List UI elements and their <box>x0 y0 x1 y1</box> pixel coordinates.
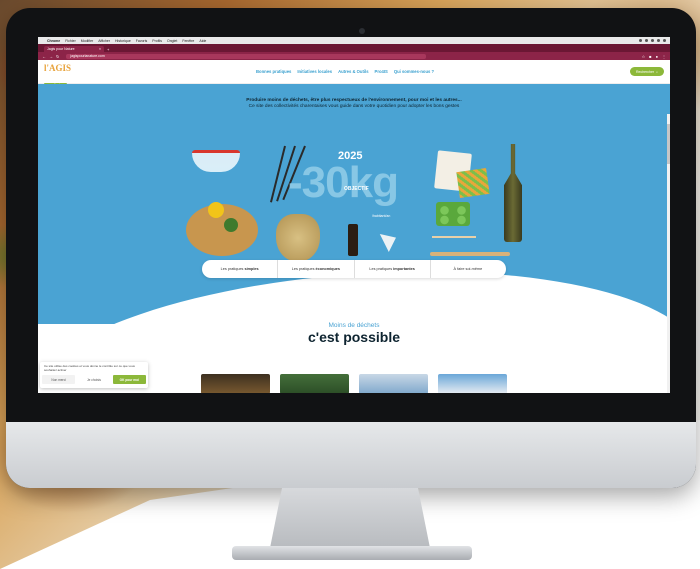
mac-menubar: Chrome Fichier Modifier Afficher Histori… <box>38 37 670 44</box>
status-icon[interactable] <box>639 39 642 42</box>
site-logo[interactable]: l'AGIS pour l'nature <box>44 62 74 87</box>
menu-item[interactable]: Aide <box>199 39 206 43</box>
headline-line-2: Ce site des collectivités charentaises v… <box>248 104 460 109</box>
zucchini-image <box>224 218 238 232</box>
cookie-decline-button[interactable]: Non merci <box>42 375 76 384</box>
main-nav: Bonnes pratiques Initiatives locales Aut… <box>256 69 434 74</box>
section-subtitle: Moins de déchets <box>328 322 380 329</box>
menu-app-name[interactable]: Chrome <box>47 39 60 43</box>
extension-icon[interactable]: ■ <box>649 54 651 59</box>
menu-item[interactable]: Onglet <box>167 39 177 43</box>
cookie-buttons: Non merci Je choisis OK pour moi <box>42 375 146 384</box>
logo-top: l'AGIS <box>44 62 72 73</box>
card-image[interactable] <box>280 374 349 393</box>
menu-item[interactable]: Fichier <box>65 39 76 43</box>
status-icon[interactable] <box>645 39 648 42</box>
back-icon[interactable]: ← <box>42 54 46 59</box>
site-header: l'AGIS pour l'nature Bonnes pratiques In… <box>38 60 670 87</box>
card-row <box>201 374 507 393</box>
practice-tab-important[interactable]: Les pratiques importantes <box>353 260 430 278</box>
wifi-icon[interactable] <box>657 39 660 42</box>
search-icon: ⌕ <box>656 69 659 74</box>
glass-bowl-image <box>192 150 240 172</box>
scrollbar-thumb[interactable] <box>667 124 670 164</box>
beeswax-wrap-image <box>456 168 490 198</box>
practice-tab-simple[interactable]: Les pratiques simples <box>202 260 277 278</box>
bottle-image <box>504 144 522 242</box>
nav-item[interactable]: Autres & Outils <box>338 69 368 74</box>
card-image[interactable] <box>359 374 428 393</box>
objective-label: OBJECTIF <box>344 186 369 192</box>
menu-item[interactable]: Historique <box>115 39 131 43</box>
card-image[interactable] <box>438 374 507 393</box>
menu-icon[interactable]: ⋮ <box>662 54 666 59</box>
pill-prefix: Les pratiques <box>291 267 315 271</box>
net-bag-image <box>276 214 320 262</box>
cookie-text: Ce site utilise des cookies et vous donn… <box>44 364 135 372</box>
card-image[interactable] <box>201 374 270 393</box>
search-icon[interactable] <box>663 39 666 42</box>
monitor-base <box>232 546 472 560</box>
new-tab-icon[interactable]: + <box>107 47 109 52</box>
nav-item[interactable]: Bonnes pratiques <box>256 69 291 74</box>
practice-tab-diy[interactable]: À faire soi-même <box>429 260 506 278</box>
menu-item[interactable]: Profils <box>152 39 162 43</box>
reload-icon[interactable]: ↻ <box>56 54 59 59</box>
monitor-chin <box>6 422 696 488</box>
close-icon[interactable]: × <box>99 47 101 51</box>
star-icon[interactable]: ☆ <box>642 54 646 59</box>
stick-image <box>432 236 476 238</box>
nav-item[interactable]: Pro4IS <box>375 69 388 74</box>
url-field[interactable]: jagispourlanature.com <box>66 53 427 59</box>
url-text: jagispourlanature.com <box>70 54 105 58</box>
browser-toolbar: ← → ↻ jagispourlanature.com ☆ ■ ● ⋮ <box>38 52 670 60</box>
hero-section: Produire moins de déchets, être plus res… <box>38 84 670 324</box>
pill-prefix: À faire soi-même <box>453 267 483 271</box>
status-icon[interactable] <box>651 39 654 42</box>
objective-number: -30kg <box>288 158 399 207</box>
nav-item[interactable]: Qui sommes-nous ? <box>394 69 434 74</box>
nav-item[interactable]: Initiatives locales <box>297 69 332 74</box>
menu-item[interactable]: Favoris <box>136 39 147 43</box>
browser-tools: ☆ ■ ● ⋮ <box>642 54 666 59</box>
tab-title: Jagis pour Nature <box>47 47 75 51</box>
menu-item[interactable]: Modifier <box>81 39 93 43</box>
funnel-image <box>379 234 396 252</box>
pepper-image <box>208 202 224 218</box>
cookie-banner: Ce site utilise des cookies et vous donn… <box>40 362 148 388</box>
camera-icon <box>359 28 365 34</box>
hero-headline: Produire moins de déchets, être plus res… <box>38 98 670 110</box>
egg-carton-image <box>436 202 470 226</box>
screen: Chrome Fichier Modifier Afficher Histori… <box>38 37 670 393</box>
objective-unit: /habitant/an <box>372 214 391 218</box>
pill-bold: simples <box>244 267 259 271</box>
toothbrush-image <box>430 252 510 256</box>
pill-prefix: Les pratiques <box>369 267 393 271</box>
pill-bold: économiques <box>315 267 341 271</box>
browser-tabbar: Jagis pour Nature × + <box>38 44 670 52</box>
monitor-stand <box>270 488 430 548</box>
pill-prefix: Les pratiques <box>220 267 244 271</box>
cookie-accept-button[interactable]: OK pour moi <box>112 375 146 384</box>
profile-icon[interactable]: ● <box>656 54 658 59</box>
pill-bold: importantes <box>393 267 415 271</box>
status-icons <box>639 39 666 42</box>
page-scrollbar[interactable] <box>667 114 670 393</box>
intro-section: Moins de déchets c'est possible <box>38 322 670 345</box>
objective-year: 2025 <box>338 150 363 162</box>
menu-item[interactable]: Fenêtre <box>182 39 194 43</box>
browser-tab[interactable]: Jagis pour Nature × <box>44 46 104 52</box>
cookie-choose-button[interactable]: Je choisis <box>77 375 111 384</box>
search-label: Rechercher <box>635 69 655 74</box>
search-button[interactable]: Rechercher ⌕ <box>630 67 664 76</box>
practice-tab-economic[interactable]: Les pratiques économiques <box>277 260 353 278</box>
vial-image <box>348 224 358 256</box>
section-title: c'est possible <box>307 329 401 345</box>
forward-icon[interactable]: → <box>49 54 53 59</box>
menu-item[interactable]: Afficher <box>98 39 110 43</box>
practices-nav: Les pratiques simples Les pratiques économ… <box>202 260 506 278</box>
